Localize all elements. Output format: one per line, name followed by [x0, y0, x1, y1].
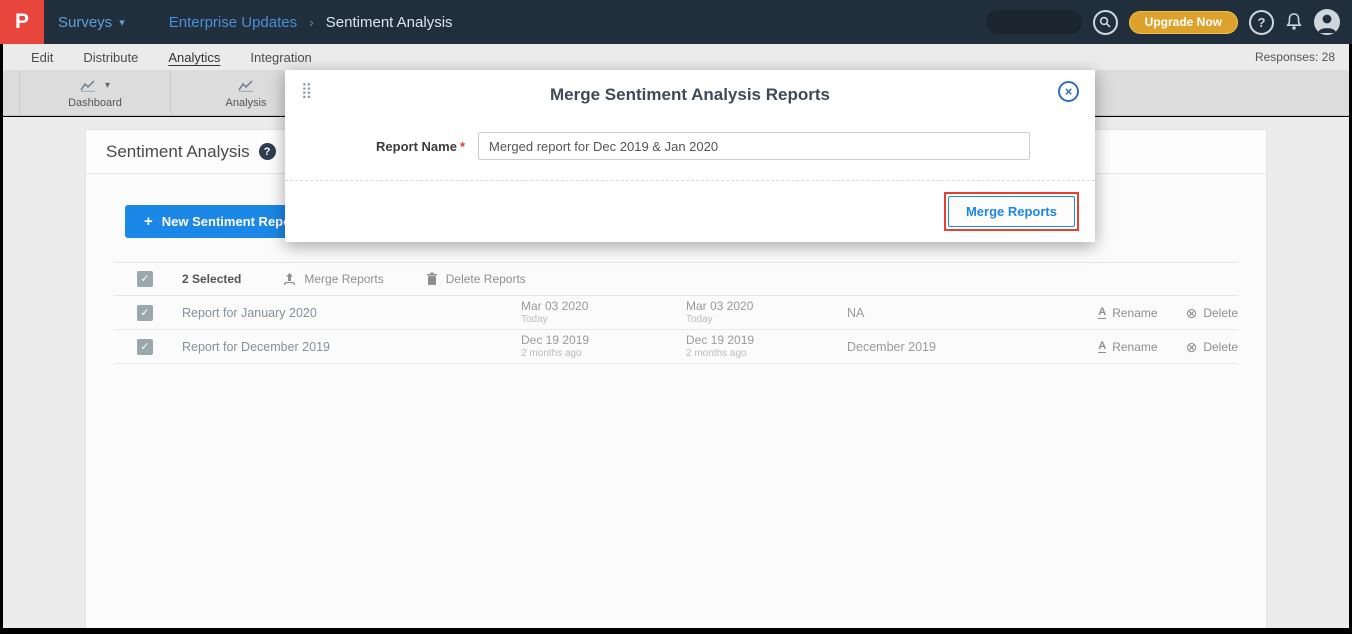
merge-icon [283, 272, 296, 286]
merge-action-label: Merge Reports [304, 272, 383, 286]
check-icon: ✓ [140, 341, 149, 353]
delete-circle-icon: ⊗ [1186, 306, 1198, 320]
upgrade-now-button[interactable]: Upgrade Now [1129, 11, 1238, 34]
row-checkbox[interactable]: ✓ [137, 339, 153, 355]
topbar: P Surveys ▾ Enterprise Updates › Sentime… [0, 0, 1352, 44]
questionpro-logo[interactable]: P [0, 0, 44, 44]
report-name-label: Report Name* [305, 139, 465, 154]
delete-label: Delete [1203, 306, 1238, 320]
close-icon[interactable]: × [1058, 81, 1079, 102]
product-switcher[interactable]: Surveys ▾ [58, 14, 125, 31]
survey-subnav: Edit Distribute Analytics Integration Re… [3, 44, 1349, 71]
created-date-cell: Dec 19 2019 2 months ago [521, 334, 686, 359]
modal-footer: Merge Reports [285, 180, 1095, 242]
app-window: P Surveys ▾ Enterprise Updates › Sentime… [0, 0, 1352, 634]
date-value: Mar 03 2020 [521, 300, 686, 314]
report-name-link[interactable]: Report for January 2020 [182, 306, 521, 320]
subnav-item-analytics[interactable]: Analytics [153, 50, 235, 65]
rename-label: Rename [1112, 340, 1157, 354]
delete-circle-icon: ⊗ [1186, 340, 1198, 354]
line-chart-icon [238, 79, 254, 92]
row-actions: A Rename ⊗ Delete [1098, 340, 1238, 354]
rename-action[interactable]: A Rename [1098, 340, 1157, 354]
date-relative: 2 months ago [521, 348, 686, 360]
subnav-item-distribute[interactable]: Distribute [68, 50, 153, 65]
row-actions: A Rename ⊗ Delete [1098, 306, 1238, 320]
period-cell: December 2019 [847, 340, 1097, 354]
delete-action[interactable]: ⊗ Delete [1186, 306, 1238, 320]
select-all-checkbox[interactable]: ✓ [137, 271, 153, 287]
responses-count: Responses: 28 [1255, 50, 1335, 64]
trash-icon [426, 272, 438, 286]
line-chart-icon [80, 79, 96, 92]
page-title: Sentiment Analysis [106, 142, 250, 162]
new-report-label: New Sentiment Report [162, 214, 301, 229]
help-icon[interactable]: ? [1249, 10, 1274, 35]
page-help-icon[interactable]: ? [259, 143, 276, 160]
modal-title: Merge Sentiment Analysis Reports [550, 85, 830, 105]
date-value: Dec 19 2019 [521, 334, 686, 348]
date-value: Dec 19 2019 [686, 334, 847, 348]
report-name-label-text: Report Name [376, 139, 457, 154]
delete-action[interactable]: ⊗ Delete [1186, 340, 1238, 354]
toolbar-tab-label: Dashboard [68, 97, 122, 109]
rename-icon: A [1098, 340, 1106, 353]
subnav-item-edit[interactable]: Edit [16, 50, 68, 65]
merge-reports-modal: ⣿ Merge Sentiment Analysis Reports × Rep… [285, 70, 1095, 242]
search-input[interactable] [986, 10, 1082, 34]
upgrade-label: Upgrade Now [1145, 15, 1222, 29]
breadcrumb: Enterprise Updates › Sentiment Analysis [169, 14, 453, 31]
close-glyph: × [1065, 84, 1073, 99]
date-relative: Today [521, 314, 686, 326]
modal-body: Report Name* [285, 114, 1095, 180]
chevron-down-icon: ▾ [119, 16, 125, 29]
help-glyph: ? [264, 146, 271, 158]
logo-letter: P [15, 10, 29, 34]
search-icon[interactable] [1093, 10, 1118, 35]
report-name-input[interactable] [478, 132, 1030, 160]
date-value: Mar 03 2020 [686, 300, 847, 314]
rename-action[interactable]: A Rename [1098, 306, 1157, 320]
breadcrumb-survey-name[interactable]: Enterprise Updates [169, 14, 297, 31]
row-checkbox[interactable]: ✓ [137, 305, 153, 321]
chevron-down-icon[interactable]: ▾ [105, 80, 110, 91]
date-relative: 2 months ago [686, 348, 847, 360]
delete-action-label: Delete Reports [446, 272, 526, 286]
toolbar-tab-label: Analysis [226, 97, 267, 109]
modal-header: ⣿ Merge Sentiment Analysis Reports × [285, 70, 1095, 114]
modified-date-cell: Dec 19 2019 2 months ago [686, 334, 847, 359]
check-icon: ✓ [140, 307, 149, 319]
merge-reports-button[interactable]: Merge Reports [948, 196, 1075, 227]
period-cell: NA [847, 306, 1097, 320]
product-label: Surveys [58, 14, 112, 31]
annotation-highlight: Merge Reports [944, 192, 1079, 231]
date-relative: Today [686, 314, 847, 326]
table-row: ✓ Report for January 2020 Mar 03 2020 To… [114, 296, 1238, 330]
delete-label: Delete [1203, 340, 1238, 354]
rename-icon: A [1098, 306, 1106, 319]
merge-reports-action[interactable]: Merge Reports [283, 272, 383, 286]
modified-date-cell: Mar 03 2020 Today [686, 300, 847, 325]
breadcrumb-separator-icon: › [309, 14, 314, 30]
table-row: ✓ Report for December 2019 Dec 19 2019 2… [114, 330, 1238, 364]
breadcrumb-current-page: Sentiment Analysis [326, 14, 453, 31]
topbar-actions: Upgrade Now ? [986, 9, 1352, 35]
toolbar-tab-dashboard[interactable]: ▾ Dashboard [19, 71, 171, 115]
notifications-bell-icon[interactable] [1285, 12, 1303, 32]
required-asterisk: * [460, 139, 465, 154]
rename-label: Rename [1112, 306, 1157, 320]
selected-count: 2 Selected [182, 272, 241, 286]
check-icon: ✓ [140, 273, 149, 285]
delete-reports-action[interactable]: Delete Reports [426, 272, 526, 286]
bulk-actions-bar: ✓ 2 Selected Merge Reports Delete Report… [114, 262, 1238, 296]
help-glyph: ? [1258, 15, 1266, 30]
plus-icon: + [144, 213, 153, 230]
subnav-item-integration[interactable]: Integration [235, 50, 326, 65]
report-name-link[interactable]: Report for December 2019 [182, 340, 521, 354]
drag-handle-icon[interactable]: ⣿ [301, 81, 312, 99]
created-date-cell: Mar 03 2020 Today [521, 300, 686, 325]
user-avatar[interactable] [1314, 9, 1340, 35]
